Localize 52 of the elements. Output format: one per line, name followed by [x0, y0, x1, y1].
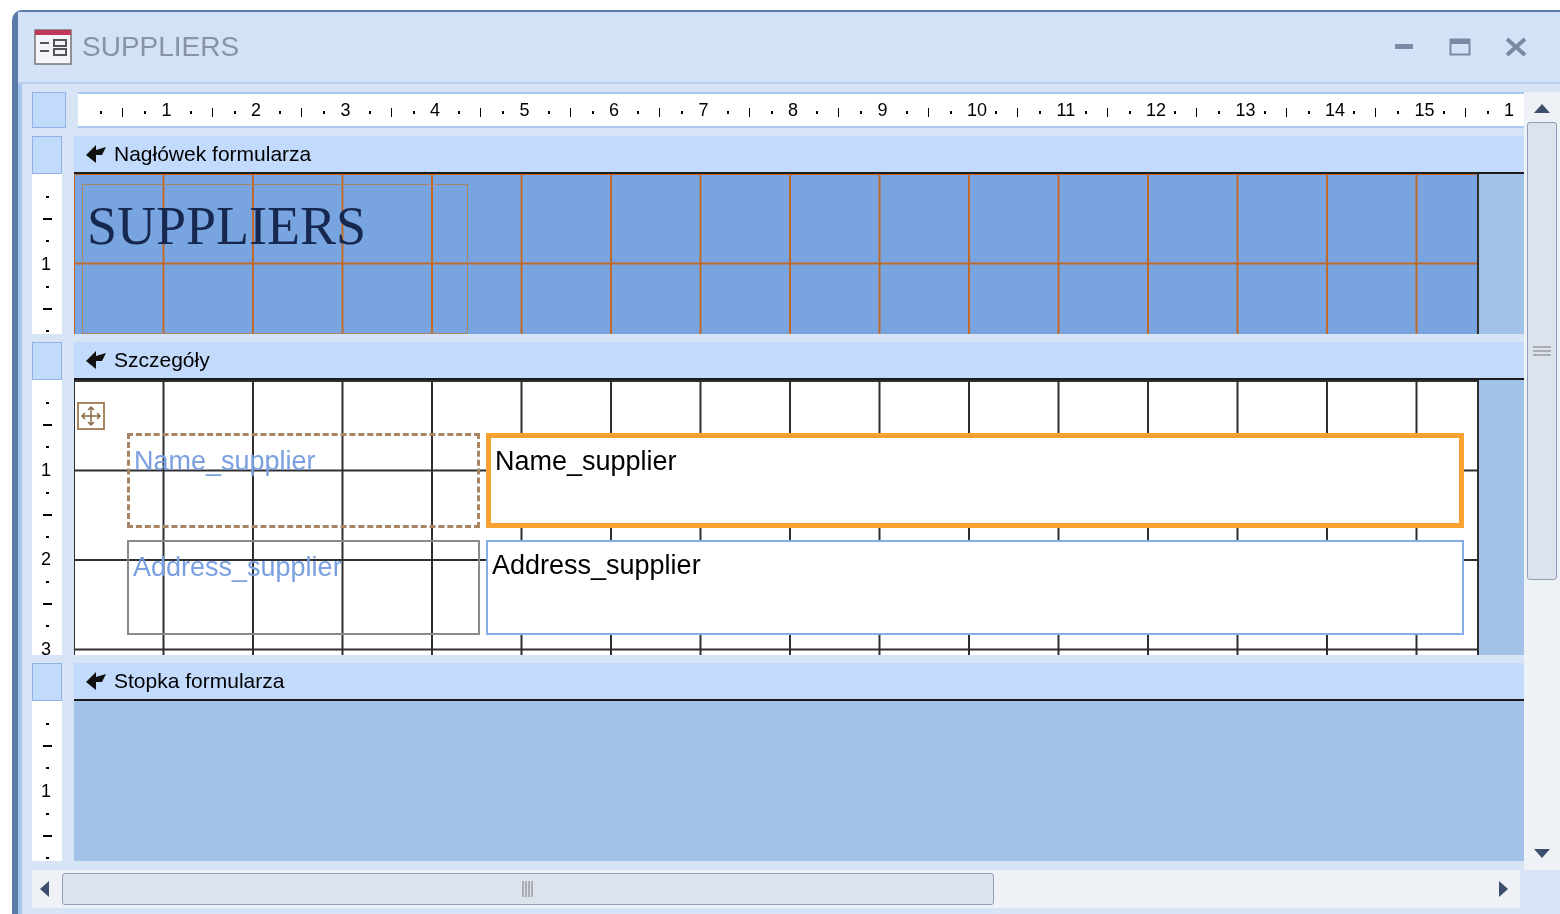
ruler-number: 12 — [1146, 99, 1167, 121]
ruler-number: 7 — [698, 99, 709, 121]
ruler-number: 1 — [41, 459, 51, 480]
section-selector[interactable] — [32, 342, 62, 380]
ruler-number: 2 — [41, 549, 51, 569]
ruler-number: 15 — [1414, 99, 1435, 121]
section-bar[interactable]: Nagłówek formularza — [74, 136, 1524, 174]
ruler-number: 10 — [967, 99, 988, 121]
grip-icon — [1533, 346, 1551, 356]
section-bar[interactable]: Szczegóły — [74, 342, 1524, 380]
ruler-number: 4 — [430, 99, 440, 121]
ruler-number: 5 — [519, 99, 530, 121]
ruler-number: 3 — [41, 638, 51, 655]
vertical-scrollbar[interactable] — [1524, 92, 1560, 870]
scroll-down-icon[interactable] — [1532, 848, 1552, 860]
text-box[interactable]: Name_supplier — [486, 433, 1464, 528]
form-selector[interactable] — [32, 92, 66, 128]
scroll-thumb[interactable] — [1527, 122, 1557, 580]
window-title: SUPPLIERS — [82, 30, 240, 64]
ruler-number: 11 — [1056, 99, 1076, 121]
form-icon — [34, 29, 72, 65]
move-handle-icon[interactable] — [77, 402, 105, 430]
scroll-thumb[interactable] — [62, 873, 994, 905]
section-selector[interactable] — [32, 663, 62, 701]
scroll-up-icon[interactable] — [1532, 102, 1552, 114]
section-arrow-icon — [84, 670, 108, 692]
ruler-number: 1 — [1504, 99, 1514, 121]
maximize-icon — [1449, 38, 1471, 56]
ruler-number: 9 — [877, 99, 888, 121]
scroll-left-icon[interactable] — [38, 879, 50, 899]
ruler-number: 2 — [251, 99, 261, 121]
minimize-icon — [1395, 44, 1413, 50]
horizontal-scrollbar[interactable] — [32, 870, 1520, 908]
ruler-number: 14 — [1325, 99, 1346, 121]
scroll-right-icon[interactable] — [1498, 879, 1510, 899]
ruler-number: 1 — [41, 780, 51, 801]
section-selector[interactable] — [32, 136, 62, 174]
section-arrow-icon — [84, 143, 108, 165]
ruler-number: 6 — [609, 99, 619, 121]
ruler-number: 8 — [788, 99, 798, 121]
section-bar[interactable]: Stopka formularza — [74, 663, 1524, 701]
ruler-number: 1 — [161, 99, 172, 121]
section-title: Szczegóły — [114, 347, 210, 374]
ruler-number: 1 — [41, 253, 51, 274]
section-title: Nagłówek formularza — [114, 141, 312, 168]
section-title: Stopka formularza — [114, 668, 285, 695]
close-icon — [1505, 37, 1527, 57]
grip-icon — [522, 881, 534, 897]
section-arrow-icon — [84, 349, 108, 371]
ruler-number: 13 — [1235, 99, 1256, 121]
text-box[interactable]: Address_supplier — [486, 540, 1464, 635]
ruler-number: 3 — [340, 99, 351, 121]
